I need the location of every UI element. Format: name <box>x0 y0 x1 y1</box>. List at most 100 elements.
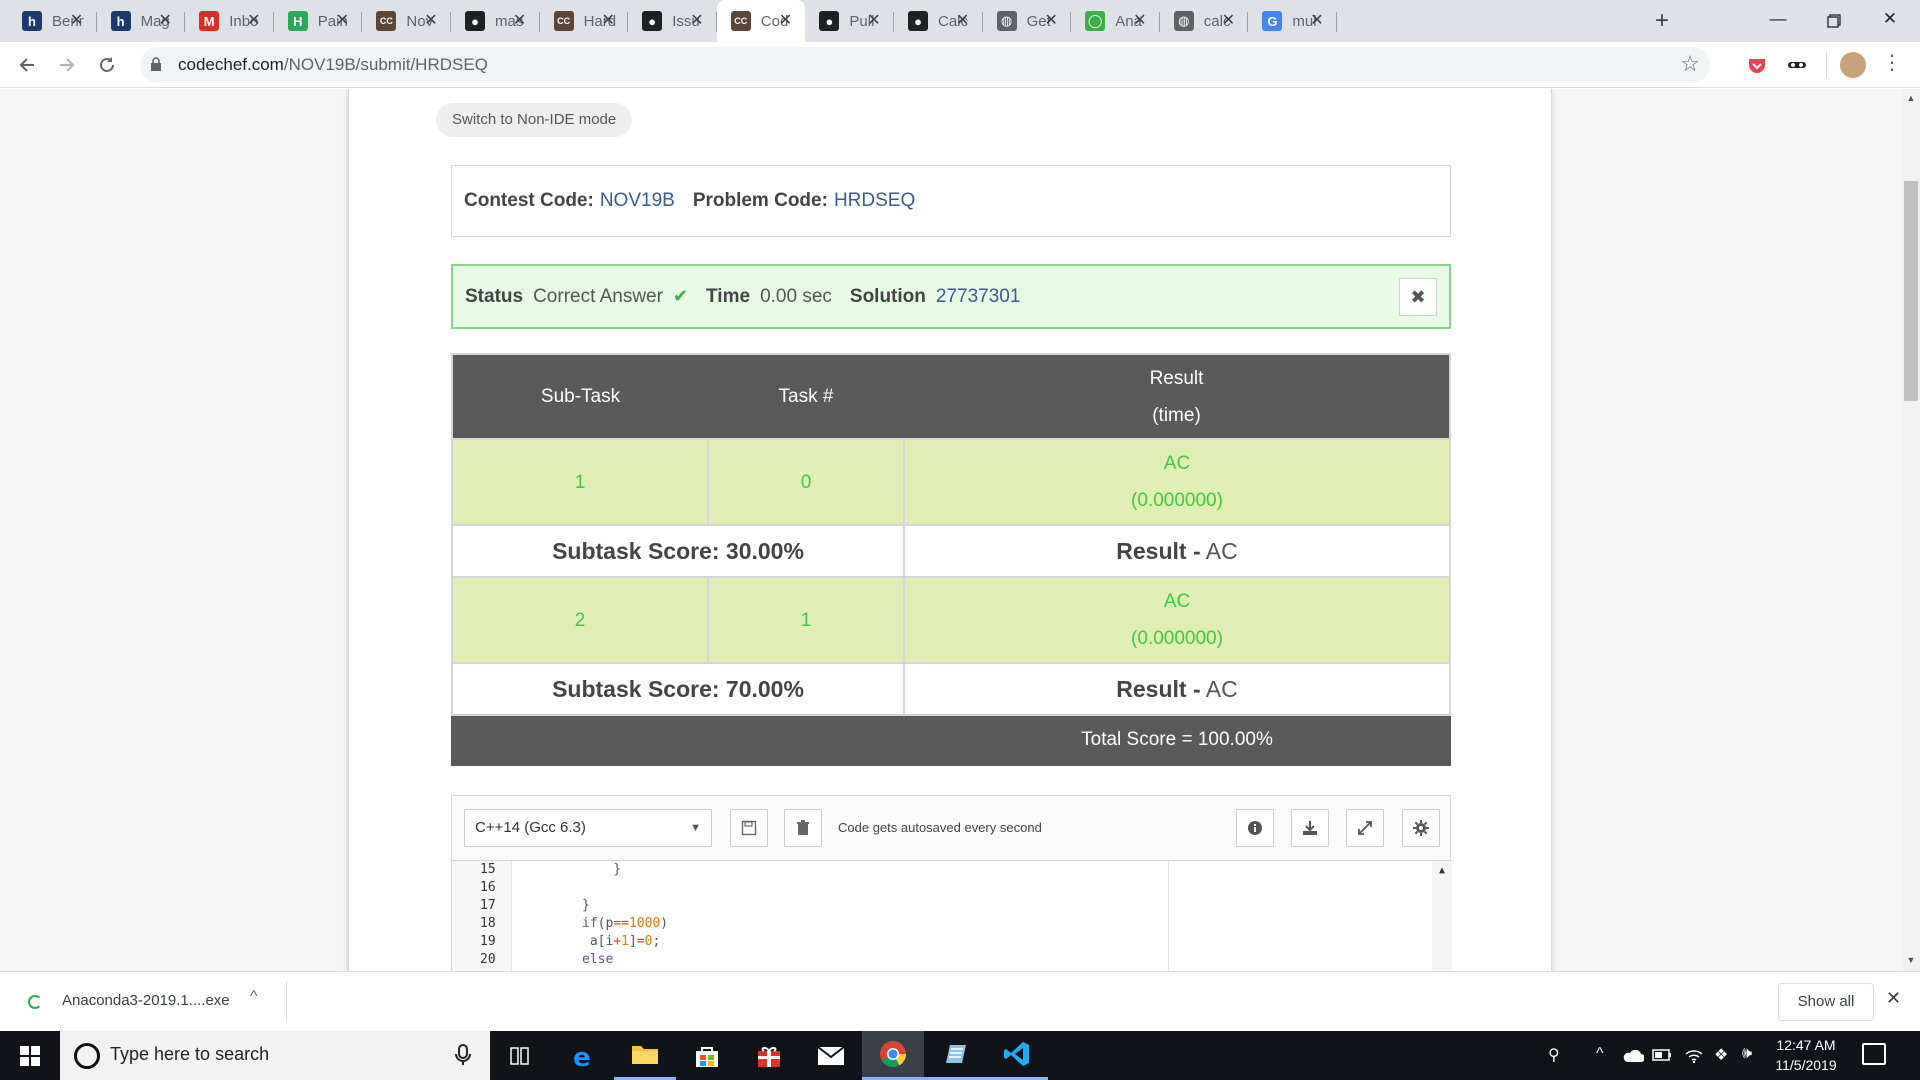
code-scrollbar[interactable]: ▲ <box>1432 861 1452 971</box>
fullscreen-button[interactable] <box>1346 809 1384 847</box>
maximize-button[interactable] <box>1806 0 1862 42</box>
chevron-up-tray-icon[interactable]: ^ <box>1596 1045 1604 1063</box>
status-bar: Status Correct Answer ✔ Time 0.00 sec So… <box>451 264 1451 329</box>
browser-tab[interactable]: CC Nov ✕ <box>362 0 451 42</box>
start-button[interactable] <box>0 1031 60 1080</box>
page-scrollbar[interactable]: ▲ ▼ <box>1902 89 1920 971</box>
vscode-button[interactable] <box>986 1031 1048 1080</box>
browser-tab[interactable]: ● mas ✕ <box>451 0 540 42</box>
bookmark-star-icon[interactable]: ☆ <box>1680 51 1700 77</box>
system-clock[interactable]: 12:47 AM 11/5/2019 <box>1770 1035 1842 1075</box>
close-tab-icon[interactable]: ✕ <box>1041 11 1061 31</box>
solution-link[interactable]: 27737301 <box>936 286 1021 308</box>
toolbar-divider <box>1826 52 1827 78</box>
problem-code-link[interactable]: HRDSEQ <box>834 190 915 212</box>
close-tab-icon[interactable]: ✕ <box>510 11 530 31</box>
windows-taskbar: Type here to search e ⚲ ^ ❖ 🕪 12:47 AM 11… <box>0 1031 1920 1080</box>
close-window-button[interactable]: ✕ <box>1862 0 1918 42</box>
close-tab-icon[interactable]: ✕ <box>775 11 795 31</box>
volume-icon[interactable]: 🕪 <box>1742 1045 1752 1063</box>
wifi-icon[interactable] <box>1684 1046 1704 1064</box>
chevron-up-icon[interactable]: ^ <box>250 988 258 1006</box>
browser-tab[interactable]: ● Calc ✕ <box>894 0 983 42</box>
line-number: 20 <box>480 952 496 967</box>
close-tab-icon[interactable]: ✕ <box>953 11 973 31</box>
line-number: 15 <box>480 862 496 877</box>
task-view-button[interactable] <box>490 1031 552 1080</box>
people-icon[interactable]: ⚲ <box>1548 1045 1560 1065</box>
taskbar-search[interactable]: Type here to search <box>60 1031 490 1080</box>
close-tab-icon[interactable]: ✕ <box>244 11 264 31</box>
reload-button[interactable] <box>90 48 124 82</box>
code-editor-panel: C++14 (Gcc 6.3) ▼ Code gets autosaved eve… <box>451 795 1452 971</box>
back-button[interactable] <box>10 48 44 82</box>
close-tab-icon[interactable]: ✕ <box>864 11 884 31</box>
close-tab-icon[interactable]: ✕ <box>1218 11 1238 31</box>
switch-non-ide-button[interactable]: Switch to Non-IDE mode <box>436 103 633 137</box>
contest-code-link[interactable]: NOV19B <box>600 190 675 212</box>
gift-app-button[interactable] <box>738 1031 800 1080</box>
forward-button[interactable] <box>50 48 84 82</box>
search-placeholder: Type here to search <box>110 1044 270 1064</box>
info-button[interactable] <box>1236 809 1274 847</box>
minimize-button[interactable]: — <box>1750 0 1806 42</box>
microphone-icon[interactable] <box>452 1043 474 1067</box>
store-button[interactable] <box>676 1031 738 1080</box>
browser-tab[interactable]: H Pain ✕ <box>274 0 363 42</box>
browser-tab[interactable]: ◍ calc ✕ <box>1160 0 1249 42</box>
close-tab-icon[interactable]: ✕ <box>1130 11 1150 31</box>
browser-tab[interactable]: CC Cod ✕ <box>716 0 806 42</box>
browser-tab[interactable]: ● Pull ✕ <box>805 0 894 42</box>
browser-tab[interactable]: Gmul ✕ <box>1248 0 1337 42</box>
incognito-extension-icon[interactable] <box>1786 54 1808 76</box>
battery-icon[interactable] <box>1652 1049 1672 1061</box>
close-tab-icon[interactable]: ✕ <box>332 11 352 31</box>
download-button[interactable] <box>1291 809 1329 847</box>
browser-tab[interactable]: h Benn ✕ <box>8 0 97 42</box>
file-explorer-button[interactable] <box>614 1031 676 1080</box>
forward-arrow-icon <box>60 58 75 72</box>
code-area[interactable]: 15 } 16 17 } 18 if(p==1000) 19 a[i+1]=0;… <box>452 860 1452 971</box>
close-tab-icon[interactable]: ✕ <box>598 11 618 31</box>
close-tab-icon[interactable]: ✕ <box>687 11 707 31</box>
browser-tab[interactable]: M Inbo ✕ <box>185 0 274 42</box>
browser-tab[interactable]: ◯ Ana ✕ <box>1071 0 1160 42</box>
close-status-button[interactable]: ✖ <box>1399 278 1437 316</box>
close-tab-icon[interactable]: ✕ <box>67 11 87 31</box>
action-center-icon[interactable] <box>1862 1043 1886 1065</box>
show-all-button[interactable]: Show all <box>1778 983 1874 1021</box>
save-button[interactable] <box>730 809 768 847</box>
chrome-icon <box>880 1041 907 1068</box>
chrome-menu-icon[interactable]: ⋮ <box>1882 50 1902 75</box>
close-tab-icon[interactable]: ✕ <box>155 11 175 31</box>
status-value: Correct Answer <box>533 285 663 307</box>
download-filename[interactable]: Anaconda3-2019.1....exe <box>62 992 230 1009</box>
table-row: 1 0 AC (0.000000) <box>451 438 1451 526</box>
close-tab-icon[interactable]: ✕ <box>1307 11 1327 31</box>
app-button[interactable] <box>924 1031 986 1080</box>
edge-button[interactable]: e <box>552 1031 614 1080</box>
mail-button[interactable] <box>800 1031 862 1080</box>
dropbox-icon[interactable]: ❖ <box>1714 1045 1728 1065</box>
scrollbar-thumb[interactable] <box>1904 181 1918 401</box>
browser-tab[interactable]: ◍ Get ✕ <box>983 0 1072 42</box>
task-header: Task # <box>708 354 904 439</box>
scroll-up-icon[interactable]: ▲ <box>1902 93 1920 103</box>
profile-avatar[interactable] <box>1840 52 1866 78</box>
browser-tab[interactable]: CC Hard ✕ <box>540 0 629 42</box>
subtask-header: Sub-Task <box>452 354 708 439</box>
browser-tab[interactable]: ● Issu ✕ <box>628 0 717 42</box>
status-label: Status <box>465 285 524 307</box>
chrome-button[interactable] <box>862 1031 924 1080</box>
delete-button[interactable] <box>784 809 822 847</box>
new-tab-button[interactable]: + <box>1648 8 1676 36</box>
close-tab-icon[interactable]: ✕ <box>421 11 441 31</box>
close-shelf-icon[interactable]: ✕ <box>1886 988 1901 1009</box>
browser-tab[interactable]: h Mag ✕ <box>97 0 186 42</box>
onedrive-icon[interactable] <box>1622 1049 1644 1063</box>
language-select[interactable]: C++14 (Gcc 6.3) ▼ <box>464 809 712 847</box>
pocket-extension-icon[interactable] <box>1746 54 1768 76</box>
scroll-down-icon[interactable]: ▼ <box>1902 955 1920 965</box>
settings-button[interactable] <box>1402 809 1440 847</box>
address-bar[interactable]: codechef.com/NOV19B/submit/HRDSEQ ☆ <box>140 47 1710 83</box>
